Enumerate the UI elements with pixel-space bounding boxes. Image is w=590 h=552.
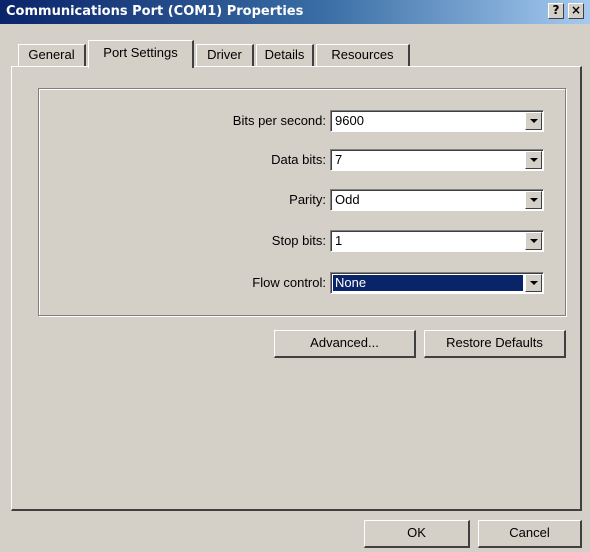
restore-defaults-button[interactable]: Restore Defaults	[424, 330, 566, 358]
tab-resources[interactable]: Resources	[316, 44, 410, 66]
parity-select[interactable]: Odd	[330, 189, 544, 211]
flow-control-select[interactable]: None	[330, 272, 544, 294]
data-bits-value: 7	[335, 152, 343, 167]
title-bar: Communications Port (COM1) Properties ? …	[0, 0, 590, 24]
flow-control-value: None	[333, 275, 523, 291]
help-button[interactable]: ?	[548, 3, 564, 19]
chevron-down-icon[interactable]	[525, 151, 542, 169]
stop-bits-select[interactable]: 1	[330, 230, 544, 252]
bits-per-second-label: Bits per second:	[232, 113, 326, 128]
bits-per-second-value: 9600	[335, 113, 364, 128]
cancel-button[interactable]: Cancel	[478, 520, 582, 548]
stop-bits-value: 1	[335, 233, 343, 248]
tab-general[interactable]: General	[18, 44, 86, 66]
chevron-down-icon[interactable]	[525, 274, 542, 292]
tab-details[interactable]: Details	[256, 44, 314, 66]
chevron-down-icon[interactable]	[525, 191, 542, 209]
parity-label: Parity:	[289, 192, 326, 207]
data-bits-select[interactable]: 7	[330, 149, 544, 171]
parity-value: Odd	[335, 192, 360, 207]
chevron-down-icon[interactable]	[525, 112, 542, 130]
flow-control-label: Flow control:	[252, 275, 326, 290]
tab-port-settings[interactable]: Port Settings	[88, 40, 194, 68]
close-button[interactable]: ×	[568, 3, 584, 19]
stop-bits-label: Stop bits:	[271, 233, 326, 248]
window-title: Communications Port (COM1) Properties	[6, 4, 304, 19]
tab-driver[interactable]: Driver	[196, 44, 254, 66]
bits-per-second-select[interactable]: 9600	[330, 110, 544, 132]
chevron-down-icon[interactable]	[525, 232, 542, 250]
data-bits-label: Data bits:	[271, 152, 326, 167]
advanced-button[interactable]: Advanced...	[274, 330, 416, 358]
ok-button[interactable]: OK	[364, 520, 470, 548]
